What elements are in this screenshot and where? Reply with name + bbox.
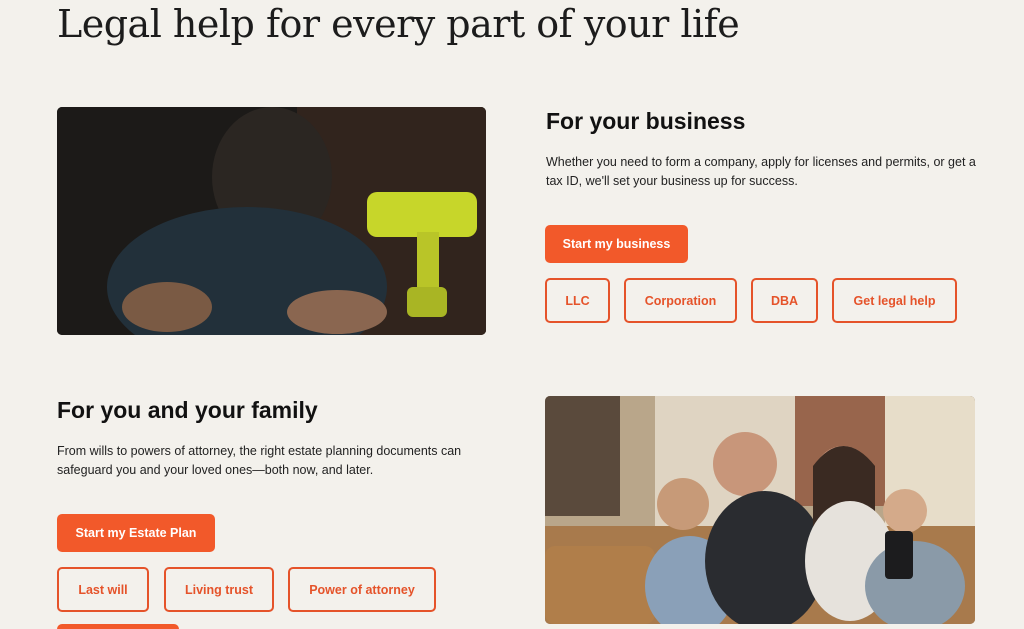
family-description: From wills to powers of attorney, the ri…	[57, 444, 462, 477]
family-photo-illustration	[545, 396, 975, 624]
living-trust-button[interactable]: Living trust	[164, 567, 274, 612]
last-will-button[interactable]: Last will	[57, 567, 149, 612]
more-links-button[interactable]	[57, 624, 179, 629]
business-photo-illustration	[57, 107, 486, 335]
dba-button[interactable]: DBA	[751, 278, 818, 323]
business-photo	[57, 107, 486, 335]
llc-button[interactable]: LLC	[545, 278, 610, 323]
start-my-business-button[interactable]: Start my business	[545, 225, 688, 263]
family-heading: For you and your family	[57, 397, 318, 423]
page-title: Legal help for every part of your life	[57, 2, 740, 46]
corporation-button[interactable]: Corporation	[624, 278, 737, 323]
business-heading: For your business	[546, 108, 746, 134]
power-of-attorney-button[interactable]: Power of attorney	[288, 567, 436, 612]
get-legal-help-button[interactable]: Get legal help	[832, 278, 957, 323]
business-description: Whether you need to form a company, appl…	[546, 155, 976, 188]
start-my-estate-plan-button[interactable]: Start my Estate Plan	[57, 514, 215, 552]
family-photo	[545, 396, 975, 624]
